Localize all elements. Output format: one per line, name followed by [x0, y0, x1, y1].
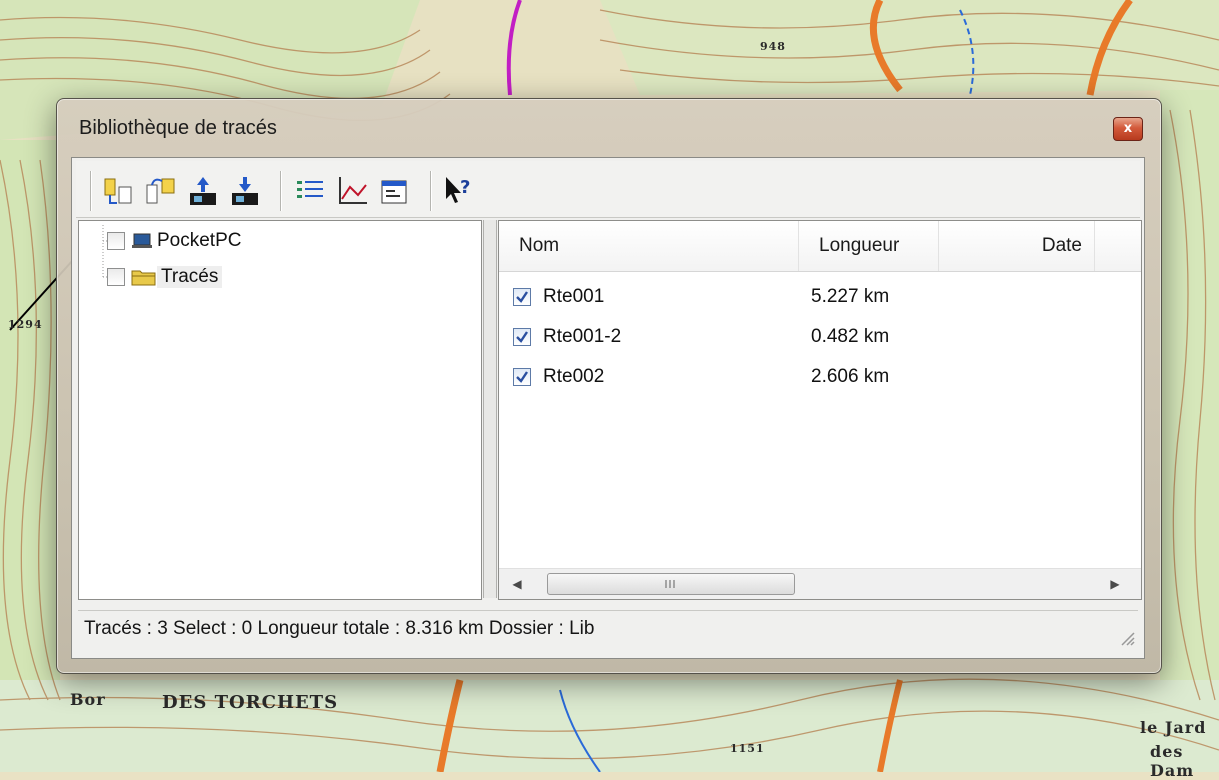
window-title: Bibliothèque de tracés — [79, 117, 277, 139]
upload-to-device-icon[interactable] — [186, 173, 220, 209]
map-label-dam: des Dam — [1150, 742, 1195, 780]
context-help-icon[interactable]: ? — [442, 173, 476, 209]
toolbar: ? — [76, 161, 1140, 218]
tree-item-checkbox[interactable] — [107, 232, 125, 250]
row-length: 0.482 km — [811, 326, 890, 347]
tree-item-checkbox[interactable] — [107, 268, 125, 286]
map-label-bor: Bor — [70, 690, 106, 709]
folder-icon — [131, 267, 157, 287]
pane-splitter[interactable] — [483, 220, 497, 598]
folder-tree-pane: PocketPC Tracés — [78, 220, 482, 600]
horizontal-scrollbar[interactable]: ◀ ▶ — [499, 568, 1141, 599]
scroll-left-icon[interactable]: ◀ — [509, 575, 525, 593]
track-list-pane: Nom Longueur Date Rte001 5.227 km Rte001… — [498, 220, 1142, 600]
table-row[interactable]: Rte001-2 0.482 km — [513, 321, 951, 353]
map-label-torchets: DES TORCHETS — [162, 692, 339, 713]
properties-icon[interactable] — [378, 173, 412, 209]
row-checkbox[interactable] — [513, 288, 531, 306]
map-label-948: 948 — [760, 40, 786, 53]
svg-text:?: ? — [460, 177, 470, 198]
row-name: Rte002 — [543, 366, 605, 387]
map-label-jard: le Jard — [1140, 718, 1207, 737]
row-checkbox[interactable] — [513, 368, 531, 386]
row-checkbox[interactable] — [513, 328, 531, 346]
table-row[interactable]: Rte002 2.606 km — [513, 361, 951, 393]
row-length: 2.606 km — [811, 366, 890, 387]
new-folder-icon[interactable] — [102, 173, 136, 209]
window-client-area: ? PocketPC Tracés Nom Longueur Date Rte0… — [71, 157, 1145, 659]
device-icon — [131, 232, 153, 250]
tree-item-label: Tracés — [157, 266, 223, 288]
resize-grip-icon[interactable] — [1116, 627, 1136, 647]
tree-item-traces[interactable]: Tracés — [107, 263, 223, 291]
copy-folder-icon[interactable] — [144, 173, 178, 209]
row-name: Rte001-2 — [543, 326, 622, 347]
download-from-device-icon[interactable] — [228, 173, 262, 209]
tree-item-pocketpc[interactable]: PocketPC — [107, 227, 245, 255]
status-bar: Tracés : 3 Select : 0 Longueur totale : … — [78, 610, 1138, 649]
column-header-length[interactable]: Longueur — [799, 221, 939, 271]
map-label-1151: 1151 — [730, 742, 765, 755]
scroll-grip-icon — [665, 580, 675, 588]
status-text: Tracés : 3 Select : 0 Longueur totale : … — [84, 618, 595, 639]
list-view-icon[interactable] — [294, 173, 328, 209]
scroll-thumb[interactable] — [547, 573, 795, 595]
column-header-name[interactable]: Nom — [499, 221, 799, 271]
tree-item-label: PocketPC — [157, 230, 242, 251]
map-label-altitude: 1294 — [8, 318, 43, 331]
column-header-date[interactable]: Date — [939, 221, 1095, 271]
scroll-right-icon[interactable]: ▶ — [1107, 575, 1123, 593]
table-row[interactable]: Rte001 5.227 km — [513, 281, 951, 313]
list-header: Nom Longueur Date — [499, 221, 1141, 272]
row-name: Rte001 — [543, 286, 605, 307]
profile-chart-icon[interactable] — [336, 173, 370, 209]
close-button[interactable]: x — [1113, 117, 1143, 141]
row-length: 5.227 km — [811, 286, 890, 307]
track-library-window: Bibliothèque de tracés x ? PocketPC Trac… — [56, 98, 1162, 674]
